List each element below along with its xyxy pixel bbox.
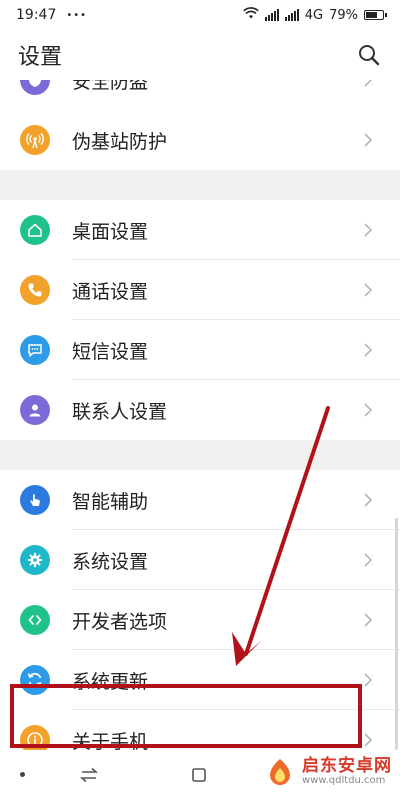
chevron-right-icon [362, 80, 374, 88]
settings-item-developer[interactable]: 开发者选项 [0, 590, 400, 650]
settings-list: 安全防盗 伪基站防护 桌面设置 通话设置 短信设置 联系人设置 智能辅助 系统设… [0, 80, 400, 770]
settings-item-label: 联系人设置 [72, 400, 168, 423]
watermark-title: 启东安卓网 [302, 755, 392, 776]
antenna-icon [20, 125, 50, 155]
settings-item-system[interactable]: 系统设置 [0, 530, 400, 590]
chevron-right-icon [362, 732, 374, 748]
settings-item-smart-assist[interactable]: 智能辅助 [0, 470, 400, 530]
status-bar: 19:47 ••• 4G 79% [0, 0, 400, 30]
switch-icon[interactable] [78, 764, 100, 786]
notification-dots: ••• [66, 9, 88, 21]
settings-item-fake-base-station[interactable]: 伪基站防护 [0, 110, 400, 170]
refresh-icon [20, 665, 50, 695]
status-time: 19:47 [16, 7, 57, 23]
chevron-right-icon [362, 552, 374, 568]
wifi-icon [242, 7, 259, 23]
settings-item-label: 系统设置 [72, 550, 149, 573]
settings-item-contacts[interactable]: 联系人设置 [0, 380, 400, 440]
settings-item-label: 智能辅助 [72, 490, 149, 513]
chevron-right-icon [362, 222, 374, 238]
section-divider [0, 170, 400, 200]
chevron-right-icon [362, 282, 374, 298]
settings-item-label: 系统更新 [72, 670, 149, 693]
network-type: 4G [304, 7, 324, 23]
search-icon[interactable] [356, 42, 382, 68]
settings-item-label: 伪基站防护 [72, 130, 168, 153]
settings-item-label: 短信设置 [72, 340, 149, 363]
chevron-right-icon [362, 402, 374, 418]
watermark-url: www.qdltdu.com [302, 774, 386, 786]
signal-icon [264, 9, 279, 21]
square-icon[interactable] [188, 764, 210, 786]
settings-item-label: 通话设置 [72, 280, 149, 303]
settings-item-sms[interactable]: 短信设置 [0, 320, 400, 380]
settings-item-label: 桌面设置 [72, 220, 149, 243]
gear-icon [20, 545, 50, 575]
battery-icon [364, 10, 387, 20]
settings-item-desktop[interactable]: 桌面设置 [0, 200, 400, 260]
chevron-right-icon [362, 672, 374, 688]
chevron-right-icon [362, 342, 374, 358]
chevron-right-icon [362, 132, 374, 148]
app-header: 设置 [0, 30, 400, 80]
chevron-right-icon [362, 612, 374, 628]
message-icon [20, 335, 50, 365]
home-icon [20, 215, 50, 245]
code-icon [20, 605, 50, 635]
chevron-right-icon [362, 492, 374, 508]
watermark-logo-icon [264, 756, 296, 788]
battery-percent: 79% [329, 7, 358, 23]
section-divider [0, 440, 400, 470]
page-title: 设置 [18, 45, 63, 70]
shield-icon [20, 80, 50, 95]
settings-item-label: 安全防盗 [72, 80, 149, 93]
settings-item-update[interactable]: 系统更新 [0, 650, 400, 710]
settings-item-label: 开发者选项 [72, 610, 168, 633]
signal-icon-2 [284, 9, 299, 21]
touch-icon [20, 485, 50, 515]
scrollbar[interactable] [395, 518, 398, 750]
contact-icon [20, 395, 50, 425]
watermark: 启东安卓网 www.qdltdu.com [264, 756, 392, 788]
settings-item-security[interactable]: 安全防盗 [0, 80, 400, 110]
menu-dot-icon[interactable] [20, 772, 25, 777]
phone-icon [20, 275, 50, 305]
settings-item-call[interactable]: 通话设置 [0, 260, 400, 320]
